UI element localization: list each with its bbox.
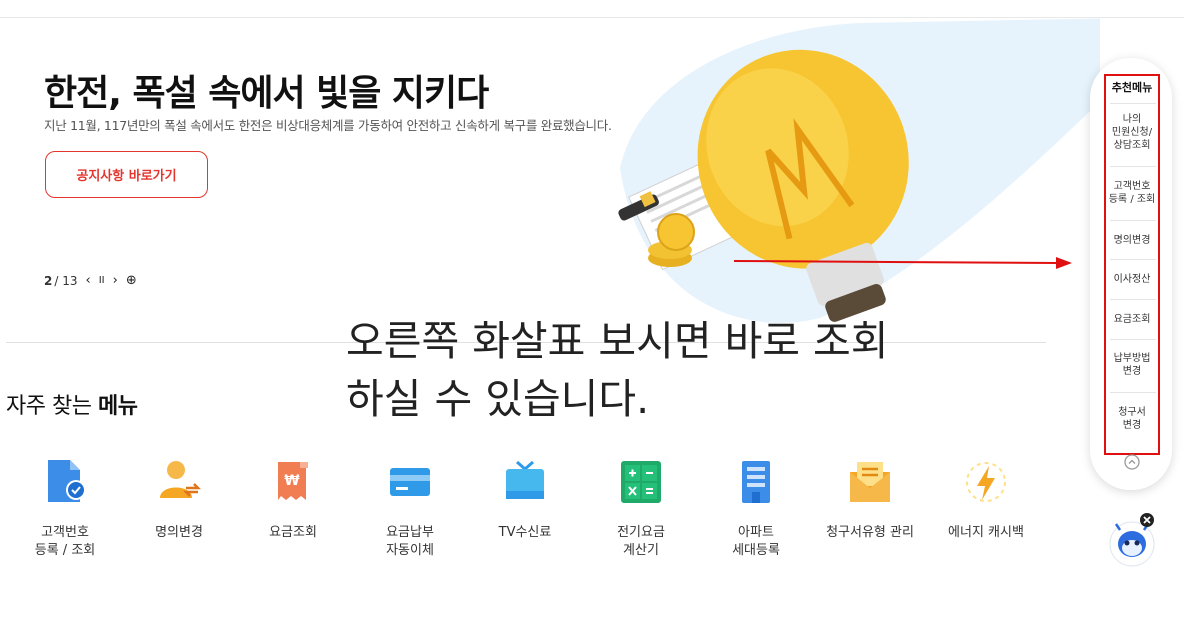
faq-section-title: 자주 찾는 메뉴 [6,388,138,420]
faq-item-customer-number[interactable]: 고객번호 등록 / 조회 [7,458,123,560]
credit-card-icon [390,468,430,496]
tv-icon [506,460,544,499]
faq-item-tv-fee[interactable]: TV수신료 [467,458,583,542]
faq-menu-row: 고객번호 등록 / 조회 명의변경 ₩ 요금조회 요금납부 자동이체 TV수신료… [0,458,1060,578]
annotation-text: 오른쪽 화살표 보시면 바로 조회 하실 수 있습니다. [346,312,1066,428]
more-slides-button[interactable]: ⊕ [126,273,137,288]
envelope-icon [850,462,890,502]
next-slide-button[interactable]: › [113,273,118,288]
pause-slide-button[interactable]: II [99,275,105,286]
hero-description: 지난 11월, 117년만의 폭설 속에서도 한전은 비상대응체계를 가동하여 … [44,118,612,133]
annotation-line-1: 오른쪽 화살표 보시면 바로 조회 [346,317,889,365]
slide-pager: 2 / 13 ‹ II › ⊕ [44,273,137,288]
svg-text:₩: ₩ [284,473,300,489]
faq-item-label: TV수신료 [498,525,552,540]
faq-item-calculator[interactable]: 전기요금 계산기 [583,458,699,560]
faq-item-label: 아파트 세대등록 [732,525,780,558]
faq-item-bill-inquiry[interactable]: ₩ 요금조회 [235,458,351,542]
faq-title-bold: 메뉴 [97,394,138,419]
faq-item-label: 에너지 캐시백 [948,525,1024,540]
person-transfer-icon [160,461,202,498]
hero-illustration [618,18,1100,323]
receipt-won-icon: ₩ [278,462,308,500]
energy-cashback-icon [966,462,1006,502]
faq-item-label: 명의변경 [155,525,203,540]
document-check-icon [48,460,86,502]
faq-item-label: 요금조회 [269,525,317,540]
annotation-highlight-box [1104,74,1160,455]
calculator-icon [621,461,661,503]
faq-item-auto-payment[interactable]: 요금납부 자동이체 [352,458,468,560]
hero-title: 한전, 폭설 속에서 빛을 지키다 [44,73,489,114]
pager-total: / 13 [54,273,78,288]
chatbot-icon[interactable] [1106,508,1162,568]
faq-item-energy-cashback[interactable]: 에너지 캐시백 [928,458,1044,542]
faq-item-label: 전기요금 계산기 [617,525,665,558]
annotation-line-2: 하실 수 있습니다. [346,375,650,423]
faq-item-label: 요금납부 자동이체 [386,525,434,558]
faq-item-name-change[interactable]: 명의변경 [121,458,237,542]
pager-current: 2 [44,273,53,288]
faq-item-label: 청구서유형 관리 [826,525,914,540]
faq-item-label: 고객번호 등록 / 조회 [34,525,96,558]
faq-title-prefix: 자주 찾는 [6,394,98,419]
faq-item-bill-type[interactable]: 청구서유형 관리 [812,458,928,542]
faq-item-apartment[interactable]: 아파트 세대등록 [698,458,814,560]
notice-button[interactable]: 공지사항 바로가기 [45,151,208,198]
prev-slide-button[interactable]: ‹ [86,273,91,288]
scroll-up-icon[interactable] [1124,454,1140,470]
apartment-icon [742,461,770,503]
